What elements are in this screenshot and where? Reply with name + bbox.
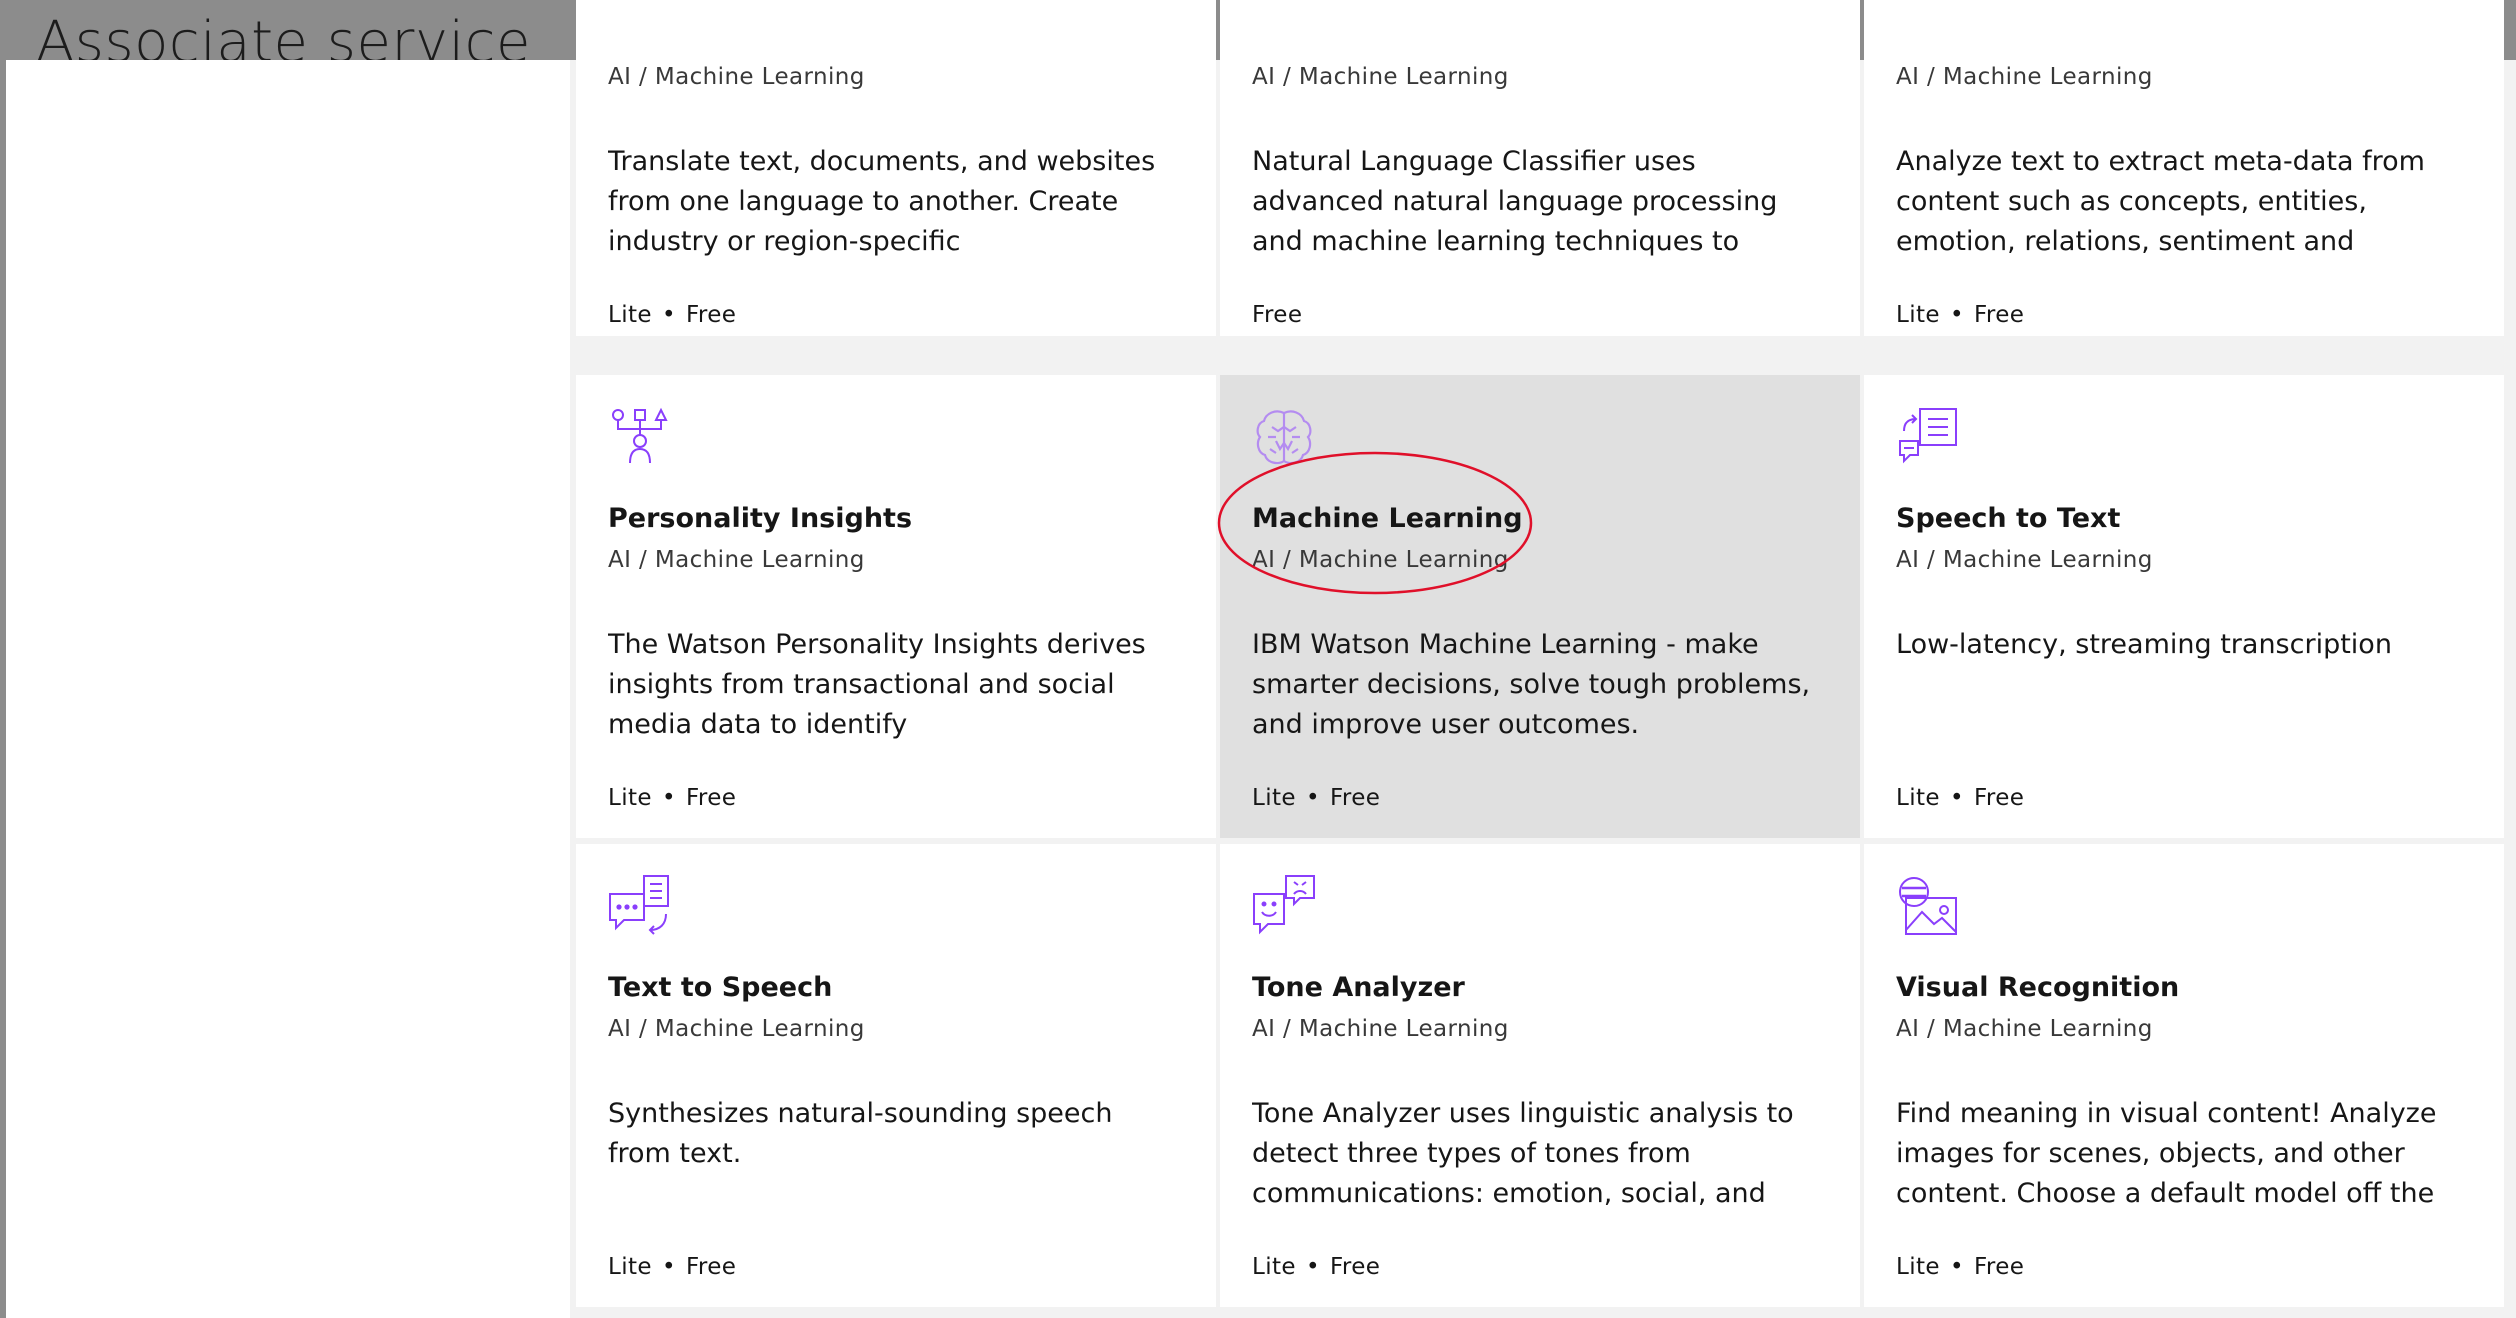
- machine-learning-brain-icon: [1252, 405, 1316, 469]
- tile-description: Translate text, documents, and websites …: [608, 146, 1156, 257]
- service-tile-personality-insights[interactable]: Personality Insights AI / Machine Learni…: [576, 375, 1216, 838]
- tile-name: Visual Recognition: [1896, 972, 2180, 1003]
- visual-recognition-icon: [1896, 874, 1960, 938]
- tile-category: AI / Machine Learning: [1896, 64, 2153, 90]
- plan-separator: •: [661, 1254, 676, 1280]
- plan-label: Free: [685, 302, 737, 328]
- plan-separator: •: [661, 785, 676, 811]
- tile-name: Text to Speech: [608, 972, 833, 1003]
- plan-label: Lite: [1896, 302, 1940, 328]
- plan-label: Free: [685, 785, 737, 811]
- page-title: Associate service: [36, 10, 531, 60]
- tile-description: Find meaning in visual content! Analyze …: [1896, 1098, 2437, 1209]
- plan-label: Free: [1252, 302, 1303, 328]
- tile-description: The Watson Personality Insights derives …: [608, 629, 1146, 740]
- personality-insights-icon: [608, 405, 672, 469]
- tile-name: Tone Analyzer: [1252, 972, 1465, 1003]
- tile-name: Personality Insights: [608, 503, 913, 534]
- tone-analyzer-icon: [1252, 874, 1316, 938]
- tile-category: AI / Machine Learning: [1252, 1016, 1509, 1042]
- plan-label: Lite: [1896, 785, 1940, 811]
- tile-plans: Lite • Free: [1896, 785, 2024, 811]
- tile-description: Analyze text to extract meta-data from c…: [1896, 146, 2425, 257]
- plan-label: Lite: [608, 302, 652, 328]
- tile-plans: Lite • Free: [1896, 1254, 2024, 1280]
- service-tile-visual-recognition[interactable]: Visual Recognition AI / Machine Learning…: [1864, 844, 2504, 1307]
- plan-separator: •: [1305, 1254, 1320, 1280]
- plan-label: Free: [1973, 785, 2025, 811]
- plan-separator: •: [1949, 785, 1964, 811]
- service-tile-text-to-speech[interactable]: Text to Speech AI / Machine Learning Syn…: [576, 844, 1216, 1307]
- plan-separator: •: [1949, 1254, 1964, 1280]
- tile-plans: Lite • Free: [1896, 302, 2024, 328]
- tile-description: Low-latency, streaming transcription: [1896, 629, 2392, 660]
- plan-label: Free: [1329, 785, 1381, 811]
- service-tile-natural-language-understanding[interactable]: AI / Machine Learning Analyze text to ex…: [1864, 0, 2504, 336]
- plan-separator: •: [1949, 302, 1964, 328]
- plan-label: Lite: [1252, 785, 1296, 811]
- plan-label: Lite: [608, 785, 652, 811]
- plan-label: Free: [1973, 302, 2025, 328]
- service-catalog-panel: AI / Machine Learning Translate text, do…: [6, 0, 2516, 1318]
- tile-category: AI / Machine Learning: [1896, 547, 2153, 573]
- tile-plans: Lite • Free: [608, 1254, 736, 1280]
- tile-category: AI / Machine Learning: [1252, 64, 1509, 90]
- tile-category: AI / Machine Learning: [608, 547, 865, 573]
- speech-to-text-icon: [1896, 405, 1960, 469]
- tile-category: AI / Machine Learning: [608, 64, 865, 90]
- service-tile-tone-analyzer[interactable]: Tone Analyzer AI / Machine Learning Tone…: [1220, 844, 1860, 1307]
- plan-label: Free: [1329, 1254, 1381, 1280]
- plan-label: Lite: [1252, 1254, 1296, 1280]
- tile-plans: Free: [1252, 302, 1302, 328]
- tile-description: IBM Watson Machine Learning - make smart…: [1252, 629, 1811, 740]
- tile-category: AI / Machine Learning: [608, 1016, 865, 1042]
- left-sidebar: [6, 60, 570, 1318]
- service-tile-natural-language-classifier[interactable]: AI / Machine Learning Natural Language C…: [1220, 0, 1860, 336]
- tile-name: Machine Learning: [1252, 503, 1523, 534]
- plan-separator: •: [1305, 785, 1320, 811]
- tile-plans: Lite • Free: [608, 785, 736, 811]
- text-to-speech-icon: [608, 874, 672, 938]
- plan-label: Free: [685, 1254, 737, 1280]
- tile-category: AI / Machine Learning: [1896, 1016, 2153, 1042]
- tile-plans: Lite • Free: [1252, 785, 1380, 811]
- tile-name: Speech to Text: [1896, 503, 2121, 534]
- tile-plans: Lite • Free: [608, 302, 736, 328]
- service-tile-speech-to-text[interactable]: Speech to Text AI / Machine Learning Low…: [1864, 375, 2504, 838]
- plan-separator: •: [661, 302, 676, 328]
- plan-label: Free: [1973, 1254, 2025, 1280]
- tile-category: AI / Machine Learning: [1252, 547, 1509, 573]
- service-tile-machine-learning[interactable]: Machine Learning AI / Machine Learning I…: [1220, 375, 1860, 838]
- service-tile-language-translator[interactable]: AI / Machine Learning Translate text, do…: [576, 0, 1216, 336]
- tile-description: Natural Language Classifier uses advance…: [1252, 146, 1778, 257]
- plan-label: Lite: [608, 1254, 652, 1280]
- service-tile-grid: AI / Machine Learning Translate text, do…: [570, 0, 2516, 1318]
- plan-label: Lite: [1896, 1254, 1940, 1280]
- tile-description: Synthesizes natural-sounding speech from…: [608, 1098, 1113, 1169]
- tile-plans: Lite • Free: [1252, 1254, 1380, 1280]
- tile-description: Tone Analyzer uses linguistic analysis t…: [1252, 1098, 1794, 1209]
